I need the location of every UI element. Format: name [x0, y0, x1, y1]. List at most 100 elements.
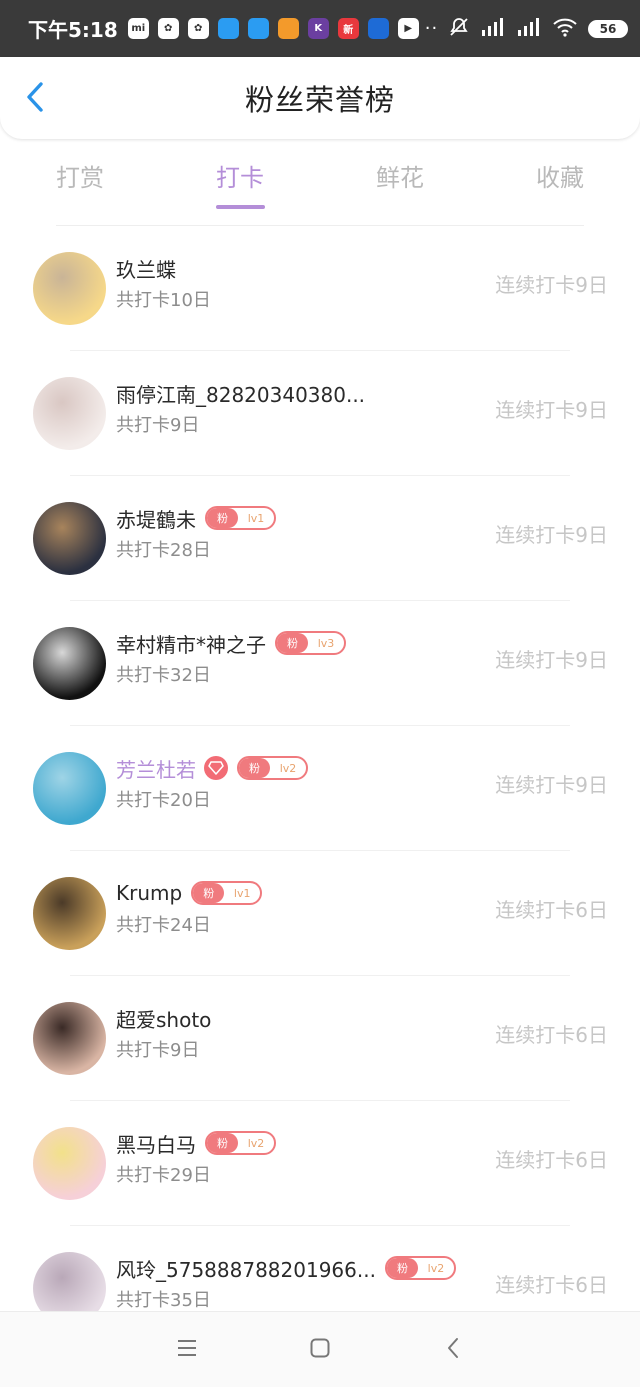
fan-name: 玖兰蝶: [116, 257, 176, 282]
tab-flowers[interactable]: 鲜花: [320, 145, 480, 225]
badge-fan-label: 粉: [386, 1258, 418, 1278]
tab-label: 打卡: [216, 164, 264, 192]
fan-name: 雨停江南_82820340380...: [116, 382, 366, 407]
list-item[interactable]: 玖兰蝶共打卡10日 连续打卡9日: [0, 226, 640, 351]
system-nav-bar: [0, 1311, 640, 1387]
tab-label: 收藏: [536, 164, 584, 192]
tab-collect[interactable]: 收藏: [480, 145, 640, 225]
list-item[interactable]: 芳兰杜若 粉 lv2 共打卡20日 连续打卡9日: [0, 726, 640, 851]
fan-name: 黑马白马: [116, 1132, 196, 1157]
app-blue-icon: [217, 18, 239, 39]
signal-icon: [480, 17, 506, 41]
avatar[interactable]: [33, 627, 106, 700]
total-checkin-text: 共打卡24日: [116, 915, 211, 936]
battery-indicator: 56: [588, 19, 628, 38]
streak-text: 连续打卡9日: [495, 273, 608, 297]
badge-level-label: lv2: [247, 1136, 265, 1150]
name-line: 幸村精市*神之子粉 lv3: [116, 629, 346, 657]
list-item[interactable]: 超爱shoto 共打卡9日 连续打卡6日: [0, 976, 640, 1101]
list-item[interactable]: 赤堤鶴未粉 lv1 共打卡28日 连续打卡9日: [0, 476, 640, 601]
total-checkin-text: 共打卡35日: [116, 1290, 211, 1311]
avatar[interactable]: [33, 1127, 106, 1200]
back-button[interactable]: [18, 79, 52, 119]
news-icon: 新: [337, 18, 359, 39]
avatar[interactable]: [33, 1002, 106, 1075]
badge-level-label: lv1: [247, 511, 265, 525]
tab-indicator: [536, 205, 585, 209]
fan-level-badge: 粉 lv2: [205, 1131, 276, 1155]
fan-level-badge: 粉 lv3: [275, 631, 346, 655]
status-right: 56: [448, 16, 628, 42]
streak-text: 连续打卡9日: [495, 523, 608, 547]
fan-name: Krump: [116, 881, 183, 905]
fan-name: 风玲_575888788201966...: [116, 1257, 376, 1282]
badge-fan-label: 粉: [277, 633, 308, 653]
name-line: 芳兰杜若 粉 lv2: [116, 754, 308, 782]
fan-name: 超爱shoto: [116, 1007, 212, 1032]
tab-reward[interactable]: 打赏: [0, 145, 160, 225]
streak-text: 连续打卡6日: [495, 1023, 608, 1047]
diamond-icon: [204, 756, 228, 780]
name-line: 风玲_575888788201966... 粉 lv2: [116, 1254, 456, 1282]
badge-level-label: lv2: [427, 1261, 445, 1275]
total-checkin-text: 共打卡9日: [116, 1040, 200, 1061]
avatar[interactable]: [33, 377, 106, 450]
total-checkin-text: 共打卡9日: [116, 415, 200, 436]
badge-fan-label: 粉: [239, 758, 270, 778]
streak-text: 连续打卡6日: [495, 1148, 608, 1172]
fan-list: 玖兰蝶 共打卡10日 连续打卡9日 雨停江南_82820340380... 共打卡9日连…: [0, 226, 640, 1351]
name-line: 黑马白马粉 lv2: [116, 1129, 276, 1157]
tab-label: 打赏: [56, 164, 104, 192]
box-icon: [367, 18, 389, 39]
play-icon: ▶: [397, 18, 419, 39]
total-checkin-text: 共打卡10日: [116, 290, 211, 311]
system-back-button[interactable]: [433, 1330, 473, 1370]
menu-icon: [176, 1339, 198, 1361]
fan-name: 幸村精市*神之子: [116, 632, 266, 657]
list-item[interactable]: 雨停江南_82820340380... 共打卡9日 连续打卡9日: [0, 351, 640, 476]
app-blue-icon-2: [247, 18, 269, 39]
name-line: 赤堤鶴未粉 lv1: [116, 504, 276, 532]
status-time: 下午5:18: [28, 18, 118, 42]
tab-bar: 打赏 打卡 鲜花 收藏: [0, 145, 640, 225]
list-item[interactable]: 黑马白马粉 lv2 共打卡29日 连续打卡6日: [0, 1101, 640, 1226]
uc-icon: [277, 18, 299, 39]
tab-indicator: [56, 205, 105, 209]
chevron-left-icon: [446, 1337, 460, 1363]
notification-icons: mi ✿ ✿ K 新 ▶: [127, 18, 419, 39]
total-checkin-text: 共打卡20日: [116, 790, 211, 811]
streak-text: 连续打卡6日: [495, 898, 608, 922]
total-checkin-text: 共打卡29日: [116, 1165, 211, 1186]
menu-button[interactable]: [167, 1330, 207, 1370]
avatar[interactable]: [33, 502, 106, 575]
more-notifications-icon: ··: [424, 18, 439, 39]
badge-fan-label: 粉: [193, 883, 225, 903]
list-item[interactable]: 幸村精市*神之子粉 lv3 共打卡32日 连续打卡9日: [0, 601, 640, 726]
list-item[interactable]: Krump 粉 lv1 共打卡24日 连续打卡6日: [0, 851, 640, 976]
mi-icon: mi: [127, 18, 149, 39]
streak-text: 连续打卡6日: [495, 1273, 608, 1297]
streak-text: 连续打卡9日: [495, 398, 608, 422]
header: 粉丝荣誉榜: [0, 57, 640, 139]
fan-level-badge: 粉 lv2: [384, 1256, 456, 1280]
avatar[interactable]: [33, 752, 106, 825]
avatar[interactable]: [33, 877, 106, 950]
avatar[interactable]: [33, 252, 106, 325]
fan-name: 芳兰杜若: [116, 757, 196, 782]
total-checkin-text: 共打卡32日: [116, 665, 211, 686]
fan-name: 赤堤鶴未: [116, 507, 196, 532]
name-line: 雨停江南_82820340380...: [116, 379, 365, 407]
k-icon: K: [307, 18, 329, 39]
badge-level-label: lv3: [317, 636, 335, 650]
tab-checkin[interactable]: 打卡: [160, 145, 320, 225]
status-bar: 下午5:18 mi ✿ ✿ K 新 ▶ ·· 56: [0, 0, 640, 57]
chevron-left-icon: [25, 81, 45, 117]
streak-text: 连续打卡9日: [495, 648, 608, 672]
tab-indicator: [376, 205, 425, 209]
tab-label: 鲜花: [376, 164, 424, 192]
wifi-icon: [552, 17, 578, 41]
home-button[interactable]: [300, 1330, 340, 1370]
mute-icon: [448, 16, 470, 42]
tab-indicator: [215, 205, 265, 209]
badge-level-label: lv1: [233, 886, 251, 900]
